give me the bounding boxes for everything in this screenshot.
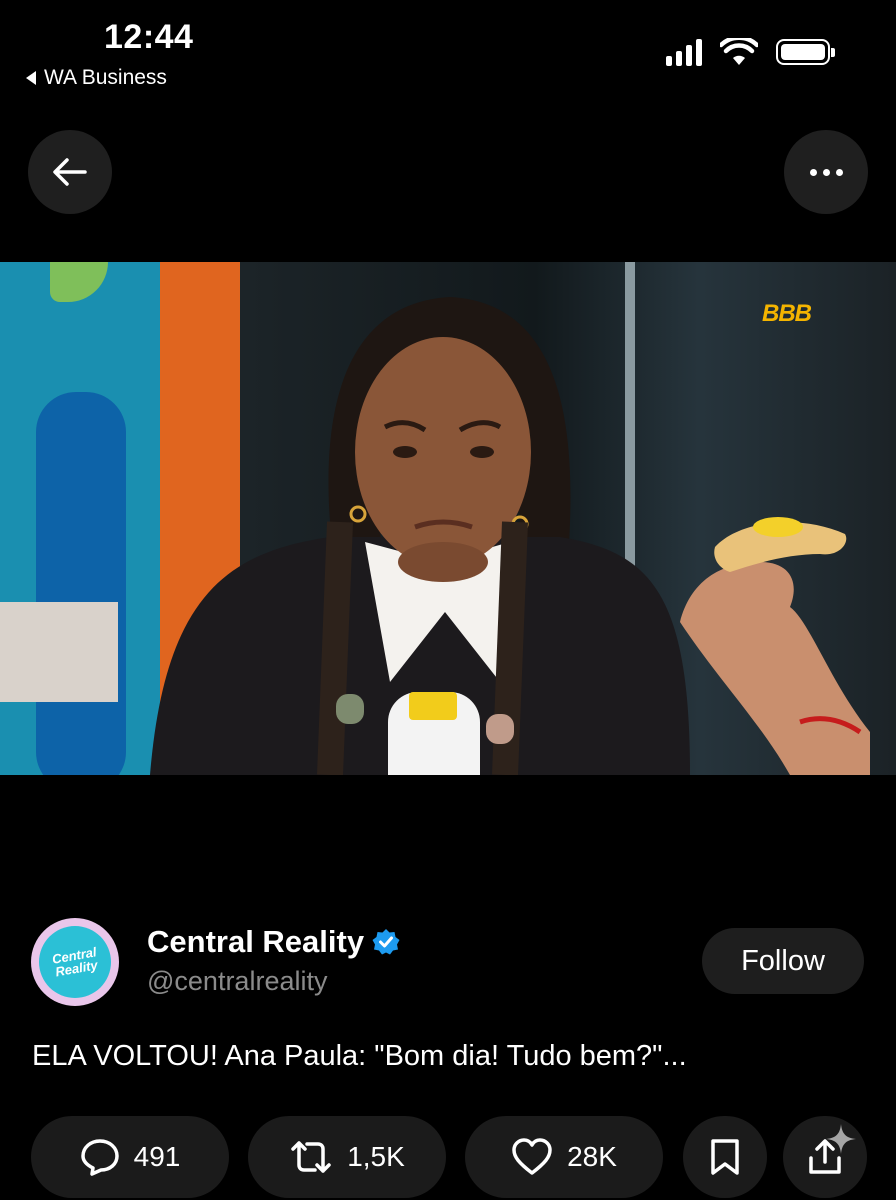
repost-button[interactable]: 1,5K: [248, 1116, 446, 1198]
bbb-watermark-logo: BBB: [762, 300, 812, 327]
post-text[interactable]: ELA VOLTOU! Ana Paula: "Bom dia! Tudo be…: [32, 1040, 687, 1073]
repost-icon: [291, 1141, 331, 1173]
status-icons: [666, 38, 835, 66]
sparkle-icon: [826, 1124, 856, 1154]
verified-badge-icon: [372, 929, 400, 955]
bookmark-button[interactable]: [683, 1116, 767, 1198]
reply-count: 491: [133, 1141, 181, 1172]
back-button[interactable]: [28, 130, 112, 214]
follow-button[interactable]: Follow: [702, 928, 864, 994]
like-count: 28K: [567, 1141, 617, 1172]
reply-bubble-icon: [80, 1139, 119, 1176]
like-button[interactable]: 28K: [465, 1116, 663, 1198]
back-triangle-icon: [26, 71, 36, 85]
wifi-icon: [720, 38, 758, 65]
arrow-left-icon: [53, 158, 87, 186]
avatar-logo-text: Central Reality: [50, 944, 99, 980]
back-to-app-link[interactable]: WA Business: [26, 66, 167, 90]
more-options-button[interactable]: [784, 130, 868, 214]
heart-icon: [512, 1138, 552, 1175]
more-horizontal-icon: [809, 168, 843, 176]
bookmark-icon: [711, 1139, 739, 1175]
repost-count: 1,5K: [347, 1141, 405, 1172]
status-time: 12:44: [104, 18, 194, 56]
battery-icon: [776, 39, 835, 65]
reply-button[interactable]: 491: [31, 1116, 229, 1198]
bottle-cap: [409, 692, 457, 720]
avatar[interactable]: Central Reality: [31, 918, 119, 1006]
post-media-image[interactable]: BBB: [0, 262, 896, 775]
cellular-signal-icon: [666, 38, 702, 66]
author-display-name[interactable]: Central Reality: [147, 924, 400, 960]
back-app-label: WA Business: [44, 66, 167, 89]
author-handle[interactable]: @centralreality: [147, 966, 327, 997]
